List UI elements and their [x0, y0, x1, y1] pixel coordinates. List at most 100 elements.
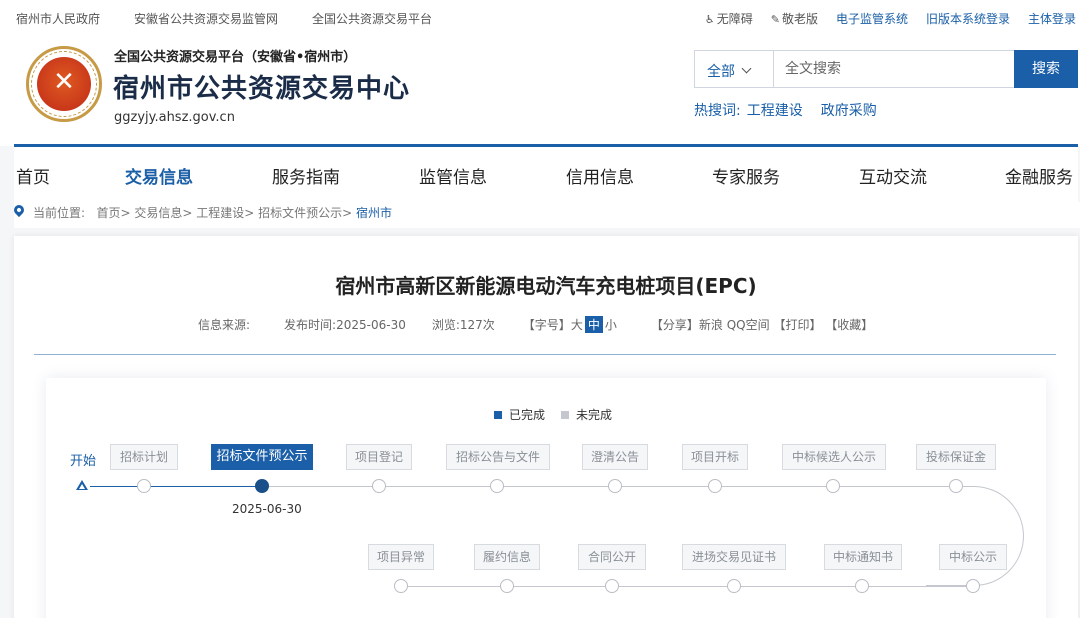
- flow-step-bid-bond[interactable]: 投标保证金: [916, 444, 996, 470]
- hot-word-engineering[interactable]: 工程建设: [747, 100, 803, 120]
- nav-item-interaction[interactable]: 互动交流: [859, 163, 927, 188]
- location-pin-icon: [11, 202, 27, 218]
- breadcrumb-text: 当前位置: 首页> 交易信息> 工程建设> 招标文件预公示> 宿州市: [33, 204, 392, 221]
- flow-node-contract-disclosure: [605, 579, 619, 593]
- flow-step-clarification[interactable]: 澄清公告: [582, 444, 648, 470]
- legend-todo-swatch: [561, 410, 570, 419]
- meta-share-label: 【分享】: [650, 318, 699, 332]
- link-accessibility[interactable]: ♿ 无障碍: [705, 10, 753, 27]
- flow-step-bid-opening[interactable]: 项目开标: [682, 444, 748, 470]
- font-size-large[interactable]: 大: [571, 316, 583, 333]
- nav-item-home[interactable]: 首页: [16, 163, 50, 188]
- search-scope-select[interactable]: 全部: [695, 51, 774, 87]
- flow-node-bid-bond: [949, 479, 963, 493]
- site-title: 宿州市公共资源交易中心: [113, 74, 411, 104]
- flow-active-date: 2025-06-30: [232, 502, 302, 516]
- flow-node-candidate-notice: [826, 479, 840, 493]
- flow-node-performance-info: [500, 579, 514, 593]
- flow-step-tender-doc-prenotice[interactable]: 招标文件预公示: [211, 444, 313, 470]
- flow-node-project-registration: [372, 479, 386, 493]
- site-url: ggzyjy.ahsz.gov.cn: [114, 110, 235, 125]
- flow-step-tender-announcement[interactable]: 招标公告与文件: [446, 444, 550, 470]
- font-size-small[interactable]: 小: [605, 316, 617, 333]
- meta-font-label: 【字号】: [522, 318, 571, 332]
- flow-node-clarification: [608, 479, 622, 493]
- link-suzhou-government[interactable]: 宿州市人民政府: [16, 10, 100, 27]
- flow-step-contract-disclosure[interactable]: 合同公开: [578, 544, 646, 570]
- flow-step-performance-info[interactable]: 履约信息: [474, 544, 540, 570]
- nav-item-credit-info[interactable]: 信用信息: [566, 163, 634, 188]
- link-entity-login[interactable]: 主体登录: [1028, 10, 1076, 27]
- share-qzone[interactable]: QQ空间: [727, 316, 770, 333]
- flow-step-award-publicity[interactable]: 中标公示: [939, 544, 1007, 570]
- nav-item-service-guide[interactable]: 服务指南: [272, 163, 340, 188]
- breadcrumb-current: 宿州市: [356, 206, 393, 220]
- breadcrumb: 当前位置: 首页> 交易信息> 工程建设> 招标文件预公示> 宿州市: [11, 202, 1080, 228]
- elder-mode-icon: ✎: [770, 13, 780, 26]
- flow-node-bid-opening: [708, 479, 722, 493]
- flow-step-witness-certificate[interactable]: 进场交易见证书: [682, 544, 786, 570]
- nav-item-expert-service[interactable]: 专家服务: [712, 163, 780, 188]
- link-e-supervision[interactable]: 电子监管系统: [836, 10, 908, 27]
- flow-node-award-publicity: [966, 579, 980, 593]
- legend-done-label: 已完成: [509, 408, 546, 422]
- logo-emblem: ✕: [37, 57, 91, 111]
- nav-item-finance-service[interactable]: 金融服务: [1005, 163, 1073, 188]
- site-header: ✕ 全国公共资源交易平台（安徽省•宿州市） 宿州市公共资源交易中心 ggzyjy…: [0, 36, 1080, 146]
- elder-mode-label: 敬老版: [781, 12, 818, 26]
- flow-step-candidate-notice[interactable]: 中标候选人公示: [782, 444, 886, 470]
- meta-publish-date: 2025-06-30: [336, 317, 406, 332]
- flow-node-tender-announcement: [490, 479, 504, 493]
- nav-item-supervision-info[interactable]: 监管信息: [419, 163, 487, 188]
- flow-step-bid-plan[interactable]: 招标计划: [110, 444, 178, 470]
- article-meta: 信息来源: 发布时间: 2025-06-30 浏览: 127次 【字号】 大 中…: [198, 316, 873, 333]
- share-sina[interactable]: 新浪: [699, 316, 723, 333]
- accessibility-label: 无障碍: [716, 12, 753, 26]
- link-elder-mode[interactable]: ✎ 敬老版: [771, 10, 818, 27]
- nav-item-trading-info[interactable]: 交易信息: [125, 163, 193, 188]
- breadcrumb-path[interactable]: 首页> 交易信息> 工程建设> 招标文件预公示>: [97, 206, 353, 220]
- article-card: 宿州市高新区新能源电动汽车充电桩项目(EPC) 信息来源: 发布时间: 2025…: [14, 236, 1078, 618]
- hot-search-words: 热搜词: 工程建设 政府采购: [694, 100, 877, 120]
- search-button[interactable]: 搜索: [1014, 50, 1078, 88]
- meta-publish-label: 发布时间:: [284, 318, 337, 332]
- meta-views: 127次: [459, 318, 495, 332]
- link-old-system-login[interactable]: 旧版本系统登录: [926, 10, 1010, 27]
- flow-turn-connector: [926, 486, 1024, 586]
- title-divider: [34, 354, 1056, 355]
- hot-search-label: 热搜词:: [694, 103, 741, 119]
- flow-node-project-exception: [394, 579, 408, 593]
- flow-step-project-registration[interactable]: 项目登记: [346, 444, 412, 470]
- favorite-button[interactable]: 【收藏】: [825, 316, 873, 333]
- flow-line-row2: [396, 586, 976, 587]
- hot-word-procurement[interactable]: 政府采购: [821, 100, 877, 120]
- flow-step-project-exception[interactable]: 项目异常: [368, 544, 434, 570]
- top-right-links: ♿ 无障碍 ✎ 敬老版 电子监管系统 旧版本系统登录 主体登录: [705, 10, 1076, 27]
- meta-views-label: 浏览:: [431, 318, 460, 332]
- process-flow-panel: 已完成 未完成 开始 招标计划 招标文件预公示 2025-06-30 项目登记 …: [46, 378, 1046, 618]
- search-scope-value: 全部: [707, 64, 735, 80]
- flow-step-award-notice[interactable]: 中标通知书: [824, 544, 902, 570]
- accessibility-icon: ♿: [704, 13, 715, 26]
- link-anhui-supervision[interactable]: 安徽省公共资源交易监管网: [134, 10, 278, 27]
- site-logo[interactable]: ✕: [26, 46, 102, 122]
- print-button[interactable]: 【打印】: [773, 316, 821, 333]
- search-box: 全部 搜索: [694, 50, 1078, 88]
- start-triangle-inner: [79, 484, 85, 489]
- flow-line-done: [90, 486, 262, 487]
- breadcrumb-prefix: 当前位置:: [33, 206, 86, 220]
- legend-done-swatch: [494, 410, 502, 419]
- legend-todo-label: 未完成: [576, 408, 613, 422]
- flow-start-label: 开始: [70, 454, 97, 469]
- flow-node-bid-plan: [137, 479, 151, 493]
- top-utility-bar: 宿州市人民政府 安徽省公共资源交易监管网 全国公共资源交易平台 ♿ 无障碍 ✎ 敬老…: [0, 0, 1080, 36]
- chevron-down-icon: [741, 63, 752, 74]
- search-input[interactable]: [775, 51, 1013, 87]
- font-size-medium[interactable]: 中: [584, 316, 603, 333]
- flow-node-tender-doc-prenotice: [255, 479, 269, 493]
- main-nav: 首页 交易信息 服务指南 监管信息 信用信息 专家服务 互动交流 金融服务: [14, 144, 1078, 202]
- link-national-platform[interactable]: 全国公共资源交易平台: [312, 10, 432, 27]
- flow-node-witness-certificate: [727, 579, 741, 593]
- logo-glyph: ✕: [53, 67, 75, 97]
- top-left-links: 宿州市人民政府 安徽省公共资源交易监管网 全国公共资源交易平台: [16, 10, 432, 27]
